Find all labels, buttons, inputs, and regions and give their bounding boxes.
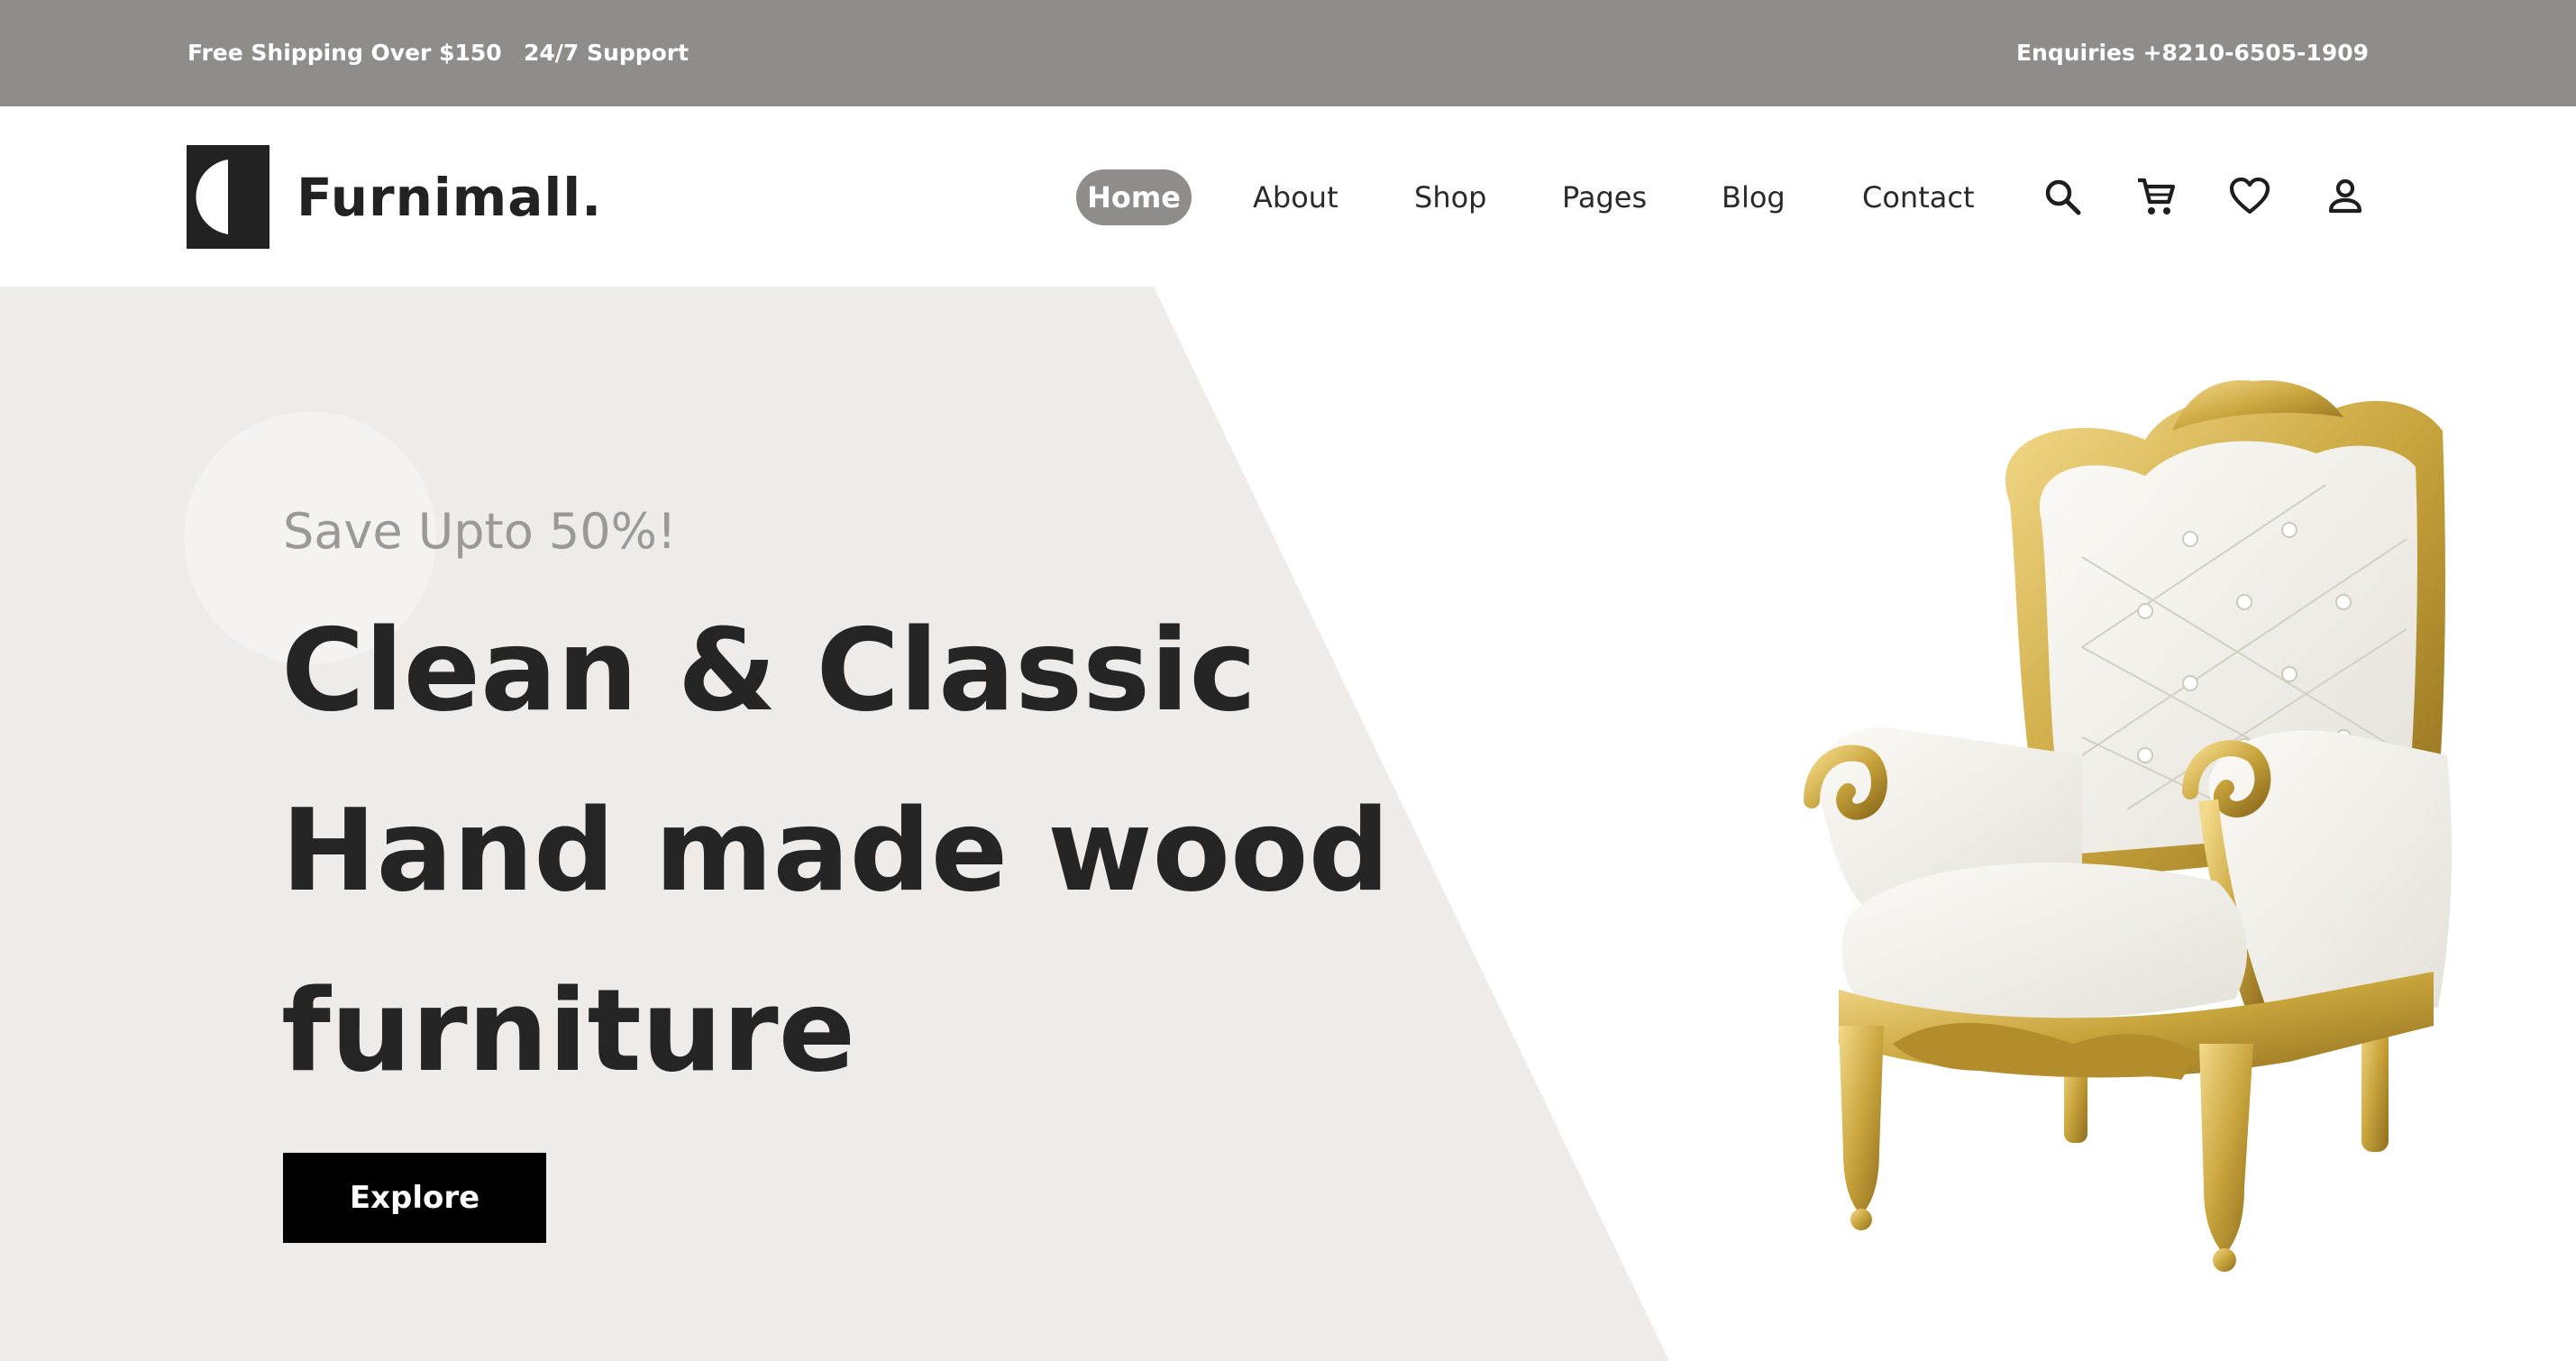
search-icon[interactable] [2041,175,2084,218]
cart-icon[interactable] [2134,175,2178,218]
hero-discount-text: Save Upto 50%! [283,503,677,560]
heart-icon[interactable] [2228,175,2271,218]
hero-title-line-1: Clean & Classic [281,604,1257,736]
support-text: 24/7 Support [524,40,690,66]
nav-item-pages[interactable]: Pages [1562,169,1647,225]
armchair-illustration [1804,379,2453,1272]
hero-title-line-2: Hand made wood [281,784,1390,917]
top-bar: Free Shipping Over $150 24/7 Support Enq… [0,0,2576,106]
hero-title: Clean & Classic Hand made wood furniture [281,580,1453,1121]
nav-item-contact[interactable]: Contact [1862,169,1975,225]
enquiries-phone-text[interactable]: Enquiries +8210-6505-1909 [2016,0,2369,106]
nav-item-blog[interactable]: Blog [1722,169,1786,225]
user-icon[interactable] [2324,175,2367,218]
hero-title-line-3: furniture [281,964,856,1097]
nav-item-shop[interactable]: Shop [1414,169,1486,225]
free-shipping-text: Free Shipping Over $150 [187,40,502,66]
site-header: Furnimall. Home About Shop Pages Blog Co… [0,106,2576,287]
explore-button[interactable]: Explore [283,1153,546,1243]
nav-item-about[interactable]: About [1253,169,1338,225]
main-nav: Home About Shop Pages Blog Contact [0,106,2576,287]
nav-item-home[interactable]: Home [1076,169,1192,225]
hero-section: Save Upto 50%! Clean & Classic Hand made… [0,287,2576,1361]
hero-armchair-image [1785,377,2470,1278]
